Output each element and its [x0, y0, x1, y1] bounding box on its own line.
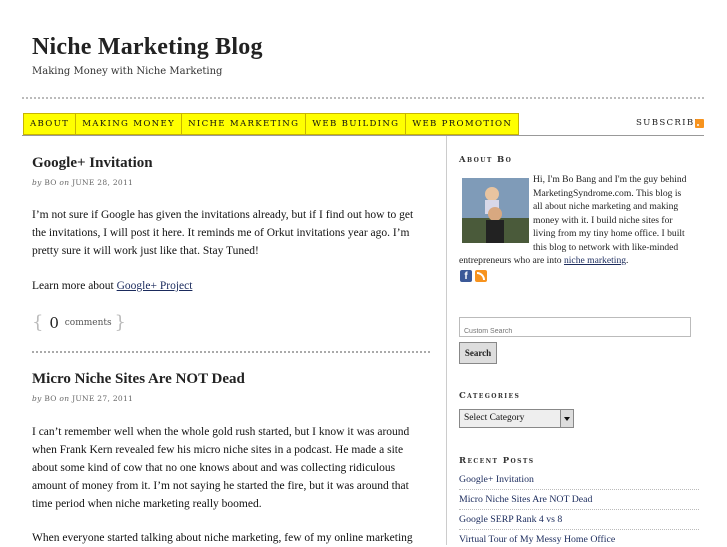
post-date: June 28, 2011	[72, 178, 134, 187]
post-paragraph-learn-more: Learn more about Google+ Project	[32, 277, 424, 295]
recent-posts-heading: Recent Posts	[459, 456, 535, 466]
subscribe-link[interactable]: Subscribe	[636, 118, 702, 128]
recent-post-link[interactable]: Virtual Tour of My Messy Home Office	[459, 534, 615, 545]
post-paragraph: When everyone started talking about nich…	[32, 532, 413, 544]
post-author[interactable]: BO	[44, 178, 56, 187]
comments-count[interactable]: { 0 comments }	[32, 312, 126, 333]
chevron-down-icon[interactable]	[560, 410, 573, 427]
recent-post-link[interactable]: Google SERP Rank 4 vs 8	[459, 514, 562, 525]
brace-left: {	[32, 312, 44, 333]
about-text-part2: entrepreneurs who are into	[459, 255, 564, 266]
nav-web-promotion[interactable]: Web Promotion	[405, 113, 520, 135]
comments-number[interactable]: 0	[49, 314, 59, 332]
post-meta: by BO on June 27, 2011	[32, 394, 133, 403]
meta-by: by	[32, 394, 42, 403]
nav-making-money[interactable]: Making Money	[75, 113, 183, 135]
nav-divider	[22, 135, 704, 136]
post-paragraph: I can’t remember well when the whole gol…	[32, 426, 410, 510]
site-title[interactable]: Niche Marketing Blog	[32, 34, 263, 61]
search-input[interactable]	[460, 323, 690, 340]
author-photo	[462, 178, 529, 243]
post-paragraph: I’m not sure if Google has given the inv…	[32, 209, 414, 257]
search-field[interactable]	[459, 317, 691, 340]
about-text-period: .	[626, 255, 629, 266]
recent-divider	[459, 509, 699, 510]
header-divider	[22, 97, 704, 99]
about-text-end: entrepreneurs who are into niche marketi…	[459, 254, 699, 268]
category-select[interactable]: Select Category	[459, 409, 574, 428]
google-plus-project-link[interactable]: Google+ Project	[117, 280, 193, 292]
post-title[interactable]: Micro Niche Sites Are NOT Dead	[32, 371, 245, 388]
niche-marketing-link[interactable]: niche marketing	[564, 255, 626, 266]
recent-post-link[interactable]: Google+ Invitation	[459, 474, 534, 485]
post-date: June 27, 2011	[72, 394, 134, 403]
nav-niche-marketing[interactable]: Niche Marketing	[181, 113, 307, 135]
search-button[interactable]: Search	[459, 342, 497, 364]
comments-label[interactable]: comments	[65, 318, 112, 328]
facebook-icon[interactable]: f	[460, 270, 472, 282]
meta-by: by	[32, 178, 42, 187]
about-heading: About Bo	[459, 155, 513, 165]
about-text: Hi, I'm Bo Bang and I'm the guy behind M…	[533, 174, 687, 253]
categories-heading: Categories	[459, 391, 521, 401]
recent-post-link[interactable]: Micro Niche Sites Are NOT Dead	[459, 494, 592, 505]
recent-divider	[459, 529, 699, 530]
meta-on: on	[59, 394, 70, 403]
rss-icon[interactable]	[695, 119, 704, 128]
nav-web-building[interactable]: Web Building	[305, 113, 407, 135]
rss-feed-icon[interactable]	[475, 270, 487, 282]
post-author[interactable]: BO	[44, 394, 56, 403]
site-description: Making Money with Niche Marketing	[32, 66, 223, 77]
nav-about[interactable]: About	[23, 113, 77, 135]
post-divider	[32, 351, 430, 353]
meta-on: on	[59, 178, 70, 187]
sidebar-border	[446, 136, 447, 545]
post-title[interactable]: Google+ Invitation	[32, 155, 153, 172]
post-meta: by BO on June 28, 2011	[32, 178, 133, 187]
brace-right: }	[114, 312, 126, 333]
main-nav: About Making Money Niche Marketing Web B…	[23, 113, 520, 135]
learn-more-text: Learn more about	[32, 280, 117, 292]
category-select-value: Select Category	[464, 413, 525, 423]
recent-divider	[459, 489, 699, 490]
